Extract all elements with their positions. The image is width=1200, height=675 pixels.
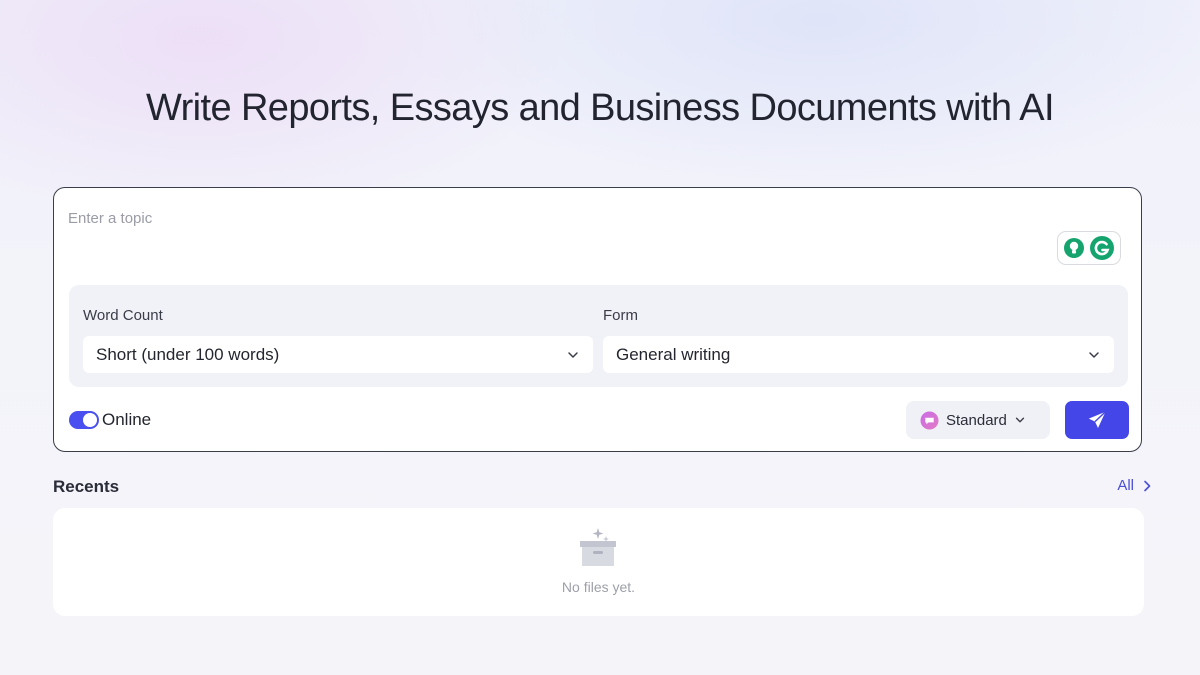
toggle-knob [83,413,97,427]
chevron-down-icon [1015,417,1025,423]
online-toggle[interactable] [69,411,99,429]
empty-state-text: No files yet. [561,579,636,595]
recents-list: No files yet. [53,508,1144,616]
page-title: Write Reports, Essays and Business Docum… [146,87,1055,130]
options-panel: Word Count Short (under 100 words) Form … [69,285,1128,387]
chevron-down-icon [1089,351,1099,358]
form-value: General writing [616,344,731,364]
writing-assistant-badge[interactable] [1057,231,1121,265]
form-label: Form [603,307,638,324]
topic-input[interactable] [68,206,1028,274]
send-button[interactable] [1065,401,1129,439]
mode-label: Standard [946,411,1007,429]
empty-box-icon [580,528,616,566]
word-count-label: Word Count [83,307,163,324]
grammarly-icon [1090,236,1114,260]
composer-card: Word Count Short (under 100 words) Form … [53,187,1142,452]
recents-all-link[interactable]: All [1117,477,1152,494]
chevron-right-icon [1144,480,1151,491]
word-count-select[interactable]: Short (under 100 words) [83,336,593,373]
form-select[interactable]: General writing [603,336,1114,373]
chevron-down-icon [568,351,578,358]
recents-heading: Recents [53,477,120,496]
chat-bubble-icon [920,411,939,429]
all-label: All [1117,477,1134,494]
send-icon [1088,411,1106,428]
online-label: Online [102,410,152,429]
model-mode-dropdown[interactable]: Standard [906,401,1050,439]
word-count-value: Short (under 100 words) [96,344,280,364]
lightbulb-icon [1064,238,1084,258]
